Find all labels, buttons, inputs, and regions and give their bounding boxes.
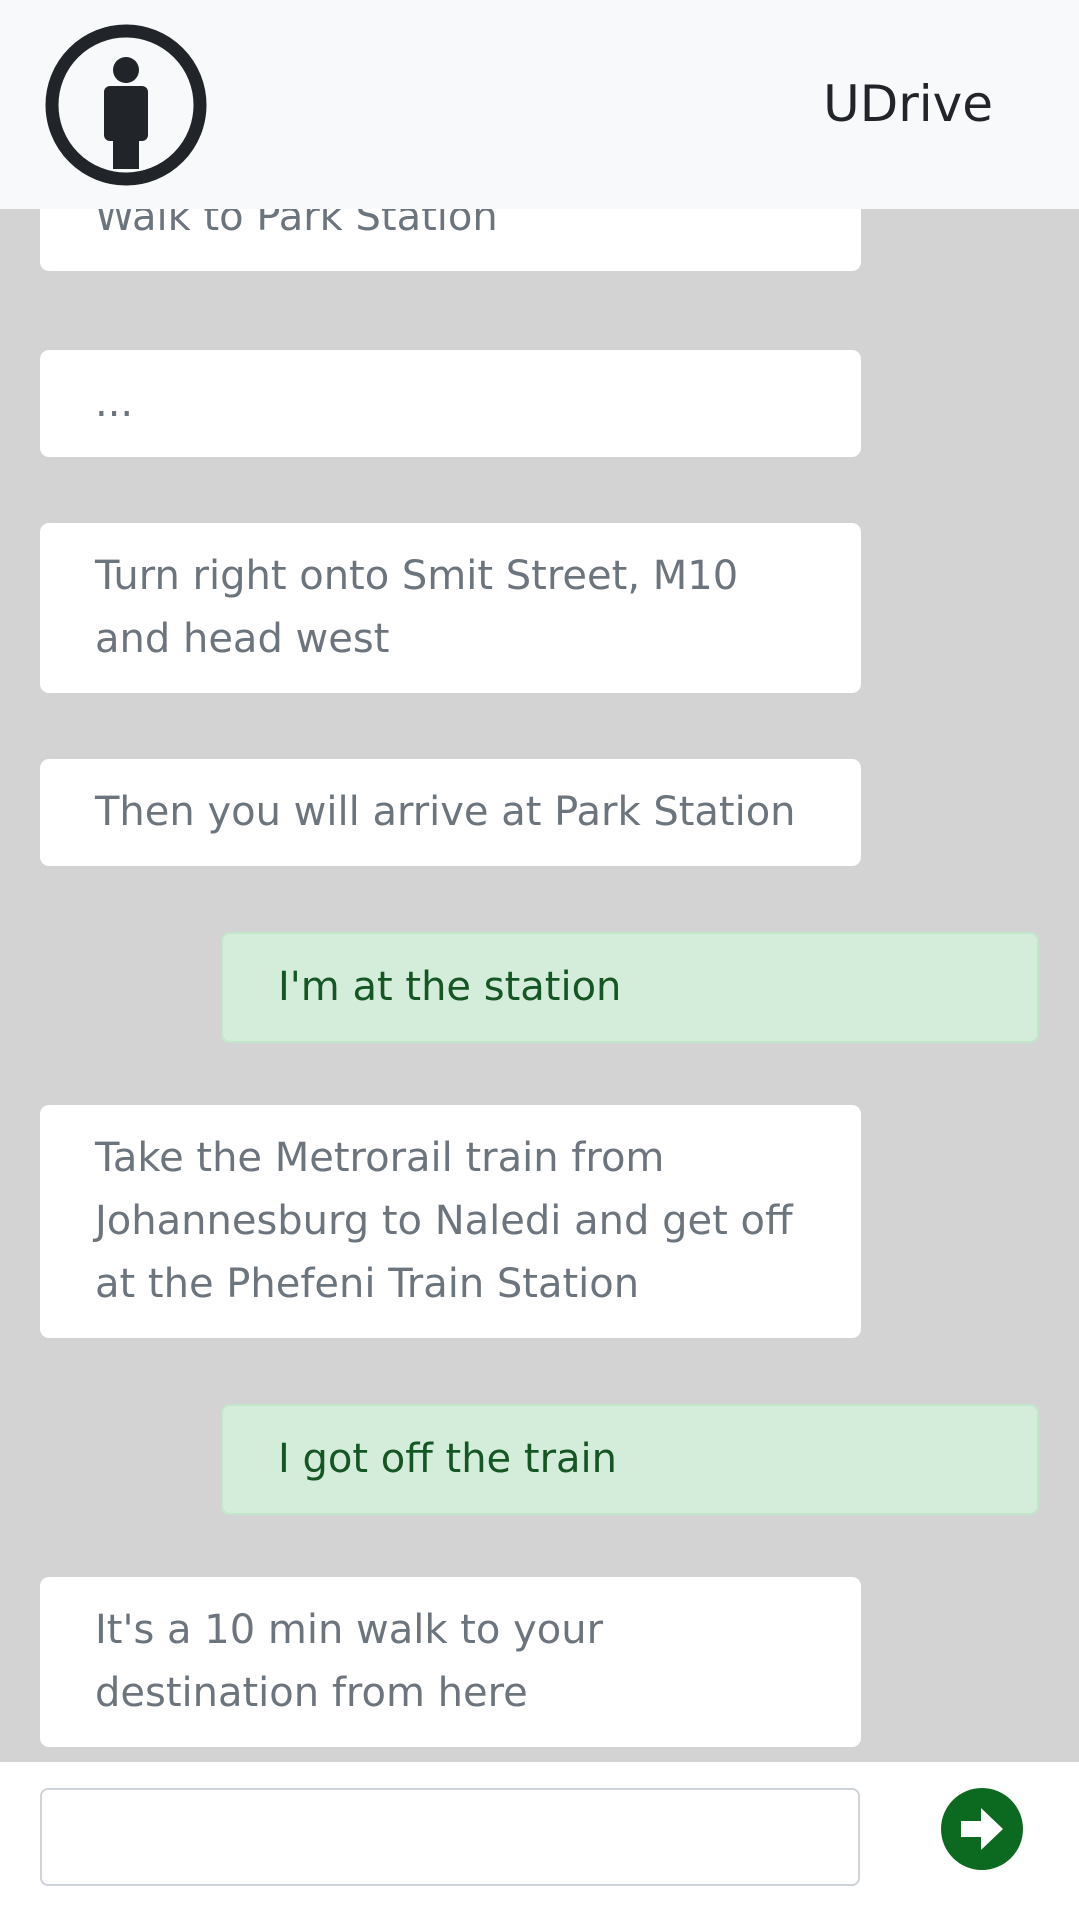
bot-message: Take the Metrorail train from Johannesbu…	[40, 1105, 861, 1338]
bot-message: Then you will arrive at Park Station	[40, 759, 861, 866]
bot-message: ...	[40, 350, 861, 457]
bot-message: It's a 10 min walk to your destination f…	[40, 1577, 861, 1747]
send-button[interactable]	[941, 1788, 1023, 1870]
message-composer	[0, 1762, 1079, 1919]
user-message: I got off the train	[221, 1404, 1039, 1515]
brand-title[interactable]: UDrive	[823, 72, 993, 136]
bot-message: Turn right onto Smit Street, M10 and hea…	[40, 523, 861, 693]
top-navbar: UDrive	[0, 0, 1079, 209]
user-message: I'm at the station	[221, 932, 1039, 1043]
message-input[interactable]	[40, 1788, 860, 1886]
arrow-right-circle-icon	[961, 1808, 1003, 1850]
info-person-icon[interactable]	[44, 23, 208, 187]
chat-log: Walk to Park Station ... Turn right onto…	[0, 0, 1079, 1762]
